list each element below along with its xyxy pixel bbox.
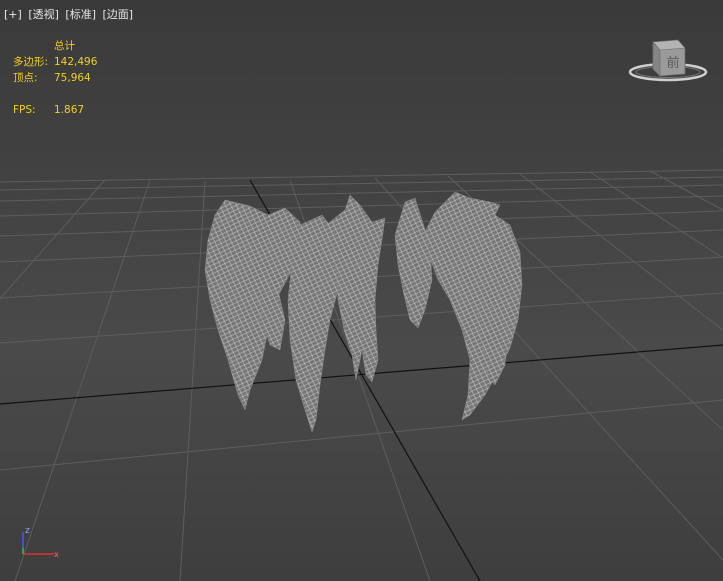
3d-viewport[interactable]: [+] [透视] [标准] [边面] 总计 多边形: 142,496 顶点: 7… bbox=[0, 0, 723, 581]
viewport-label-menu: [+] [透视] [标准] [边面] bbox=[4, 6, 136, 22]
viewcube-front-face-label[interactable]: 前 bbox=[666, 55, 679, 71]
polygons-label: 多边形: bbox=[13, 56, 49, 68]
viewcube[interactable]: 前 bbox=[626, 34, 710, 90]
vertices-value: 75,964 bbox=[54, 72, 91, 84]
viewport-shading-menu[interactable]: [标准] bbox=[65, 8, 96, 21]
axis-tripod: z x bbox=[22, 526, 59, 559]
statistics-overlay: 总计 多边形: 142,496 顶点: 75,964 FPS: 1.867 bbox=[13, 38, 97, 118]
z-axis-label: z bbox=[25, 526, 30, 536]
viewport-view-menu[interactable]: [透视] bbox=[28, 8, 59, 21]
viewport-plus-menu[interactable]: [+] bbox=[4, 8, 22, 21]
viewport-display-menu[interactable]: [边面] bbox=[103, 8, 134, 21]
polygons-value: 142,496 bbox=[54, 56, 98, 68]
fps-label: FPS: bbox=[13, 104, 36, 116]
vertices-label: 顶点: bbox=[13, 72, 38, 84]
stats-header: 总计 bbox=[54, 40, 75, 52]
creature-mesh[interactable] bbox=[0, 0, 723, 581]
fps-value: 1.867 bbox=[54, 104, 85, 116]
x-axis-label: x bbox=[54, 550, 59, 559]
